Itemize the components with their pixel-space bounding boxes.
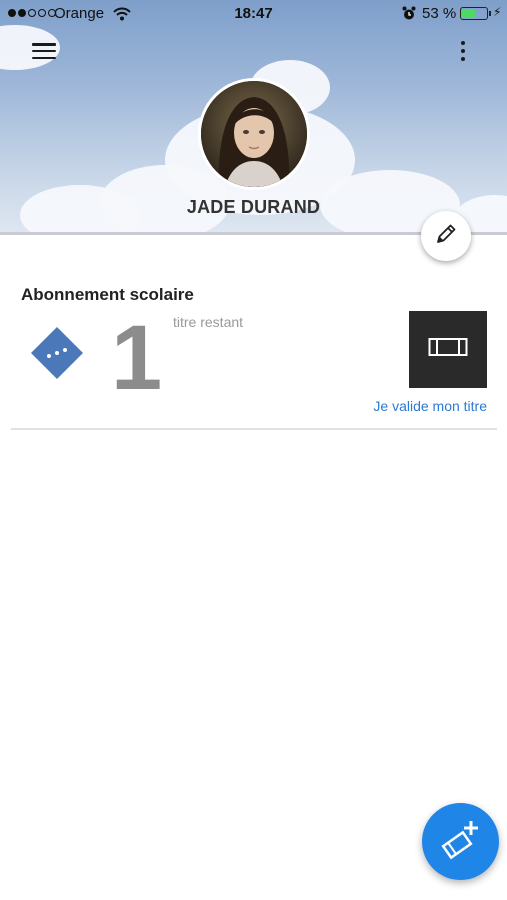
- validate-ticket-button[interactable]: [409, 311, 487, 388]
- add-ticket-icon: [439, 817, 483, 866]
- validate-ticket-link[interactable]: Je valide mon titre: [373, 398, 487, 414]
- alarm-clock-icon: [402, 6, 416, 25]
- subscription-title: Abonnement scolaire: [21, 285, 194, 304]
- remaining-label: titre restant: [173, 314, 244, 330]
- add-ticket-button[interactable]: [422, 803, 499, 880]
- remaining-count: 1: [111, 307, 163, 409]
- battery-percent: 53 %: [422, 5, 457, 22]
- validation-terminal-icon: [428, 336, 468, 363]
- more-vertical-icon[interactable]: [452, 38, 474, 64]
- ticket-icon: [29, 325, 85, 386]
- profile-header: Orange 18:47 53 % ⚡ JADE DURAND: [0, 0, 507, 234]
- charging-bolt-icon: ⚡: [493, 5, 502, 19]
- battery-icon: [460, 7, 488, 20]
- status-bar: Orange 18:47 53 % ⚡: [0, 0, 507, 28]
- subscription-card: Abonnement scolaire 1 titre restant Je v…: [11, 270, 497, 430]
- edit-profile-button[interactable]: [421, 211, 471, 261]
- pencil-icon: [434, 222, 458, 251]
- hamburger-menu-icon[interactable]: [30, 40, 58, 62]
- avatar[interactable]: [198, 78, 310, 190]
